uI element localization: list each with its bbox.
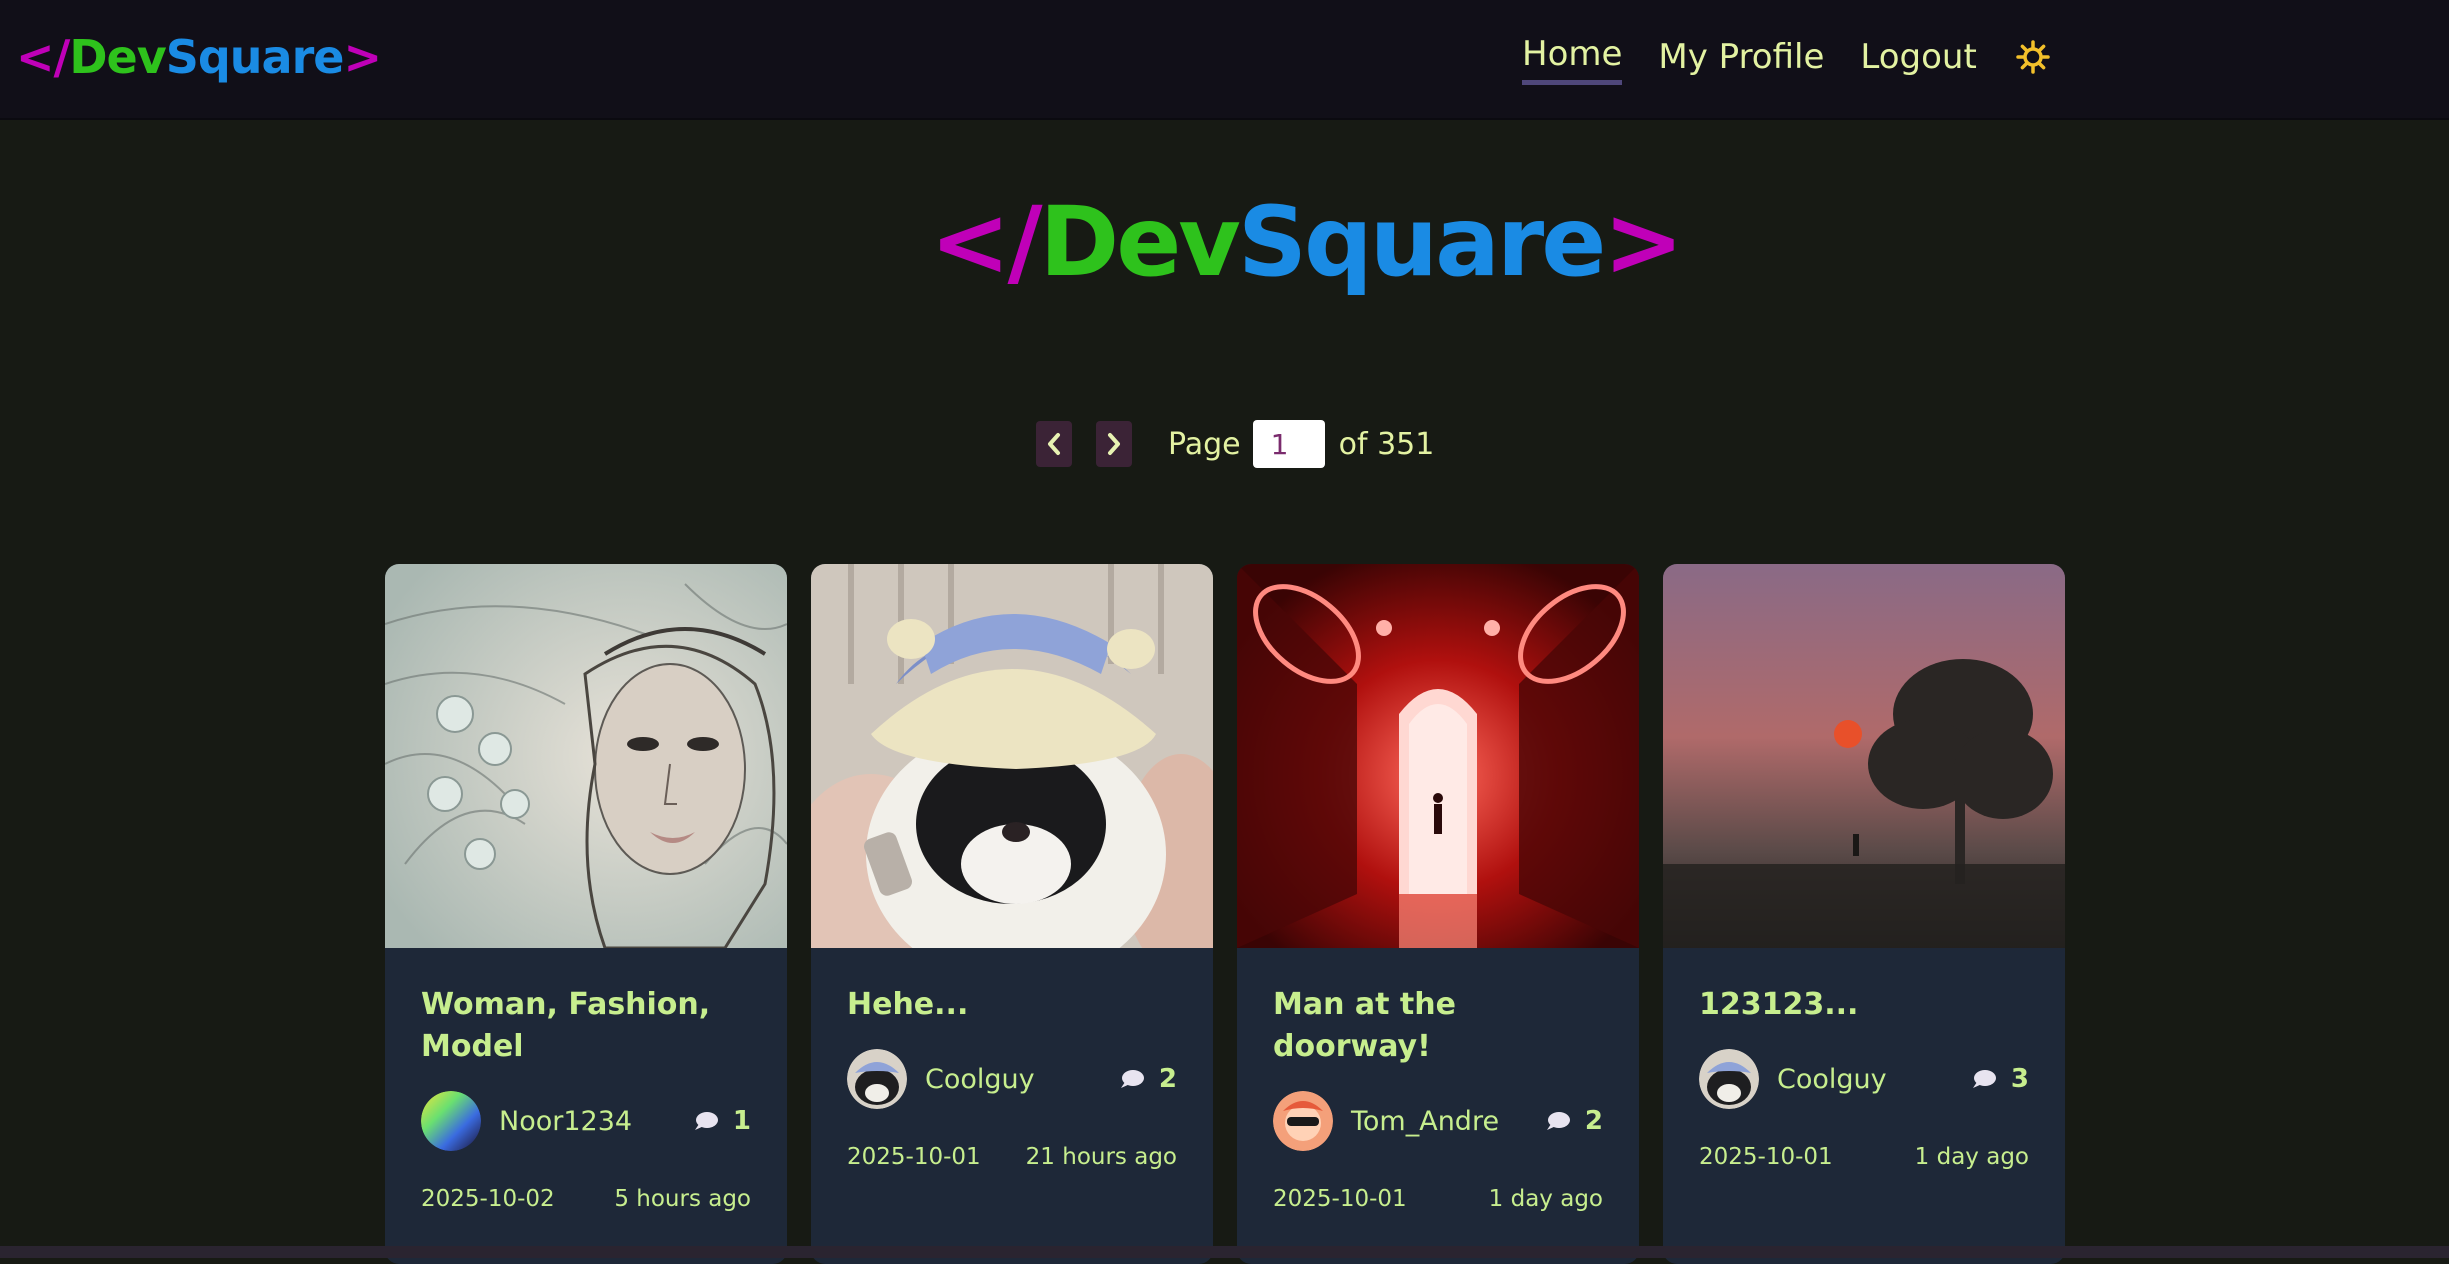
comment-count-value: 2 <box>1584 1106 1603 1136</box>
post-dates: 2025-10-01 21 hours ago <box>847 1144 1177 1170</box>
post-title[interactable]: Man at the doorway! <box>1273 984 1593 1068</box>
post-meta: Coolguy 2 <box>847 1048 1177 1110</box>
post-dates: 2025-10-02 5 hours ago <box>421 1186 751 1212</box>
hero-logo-square: Square <box>1237 186 1606 298</box>
post-relative-time: 1 day ago <box>1914 1144 2029 1170</box>
page-total-label: of 351 <box>1338 426 1435 462</box>
theme-toggle-button[interactable] <box>2015 39 2051 75</box>
comment-count: 3 <box>1971 1064 2029 1094</box>
post-meta: Coolguy 3 <box>1699 1048 2029 1110</box>
hero-logo-close-bracket: > <box>1603 186 1683 298</box>
post-title[interactable]: 123123... <box>1699 984 2019 1026</box>
post-image <box>1663 564 2065 948</box>
post-grid: Woman, Fashion, Model Noor1234 1 2025-10… <box>385 564 2065 1264</box>
post-dates: 2025-10-01 1 day ago <box>1699 1144 2029 1170</box>
author-name[interactable]: Tom_Andre <box>1351 1106 1545 1137</box>
next-page-button[interactable] <box>1096 421 1132 467</box>
comment-count-value: 3 <box>2010 1064 2029 1094</box>
chevron-right-icon <box>1108 433 1120 455</box>
post-relative-time: 21 hours ago <box>1025 1144 1177 1170</box>
hero-logo: </Dev Square > <box>930 186 1684 298</box>
post-card[interactable]: 123123... Coolguy 3 2025-10-01 1 day ago <box>1663 564 2065 1264</box>
page-label: Page <box>1168 426 1241 462</box>
post-dates: 2025-10-01 1 day ago <box>1273 1186 1603 1212</box>
author-avatar[interactable] <box>1273 1091 1333 1151</box>
prev-page-button[interactable] <box>1036 421 1072 467</box>
author-name[interactable]: Coolguy <box>1777 1064 1971 1095</box>
window-bottom-edge <box>0 1246 2449 1258</box>
post-card[interactable]: Man at the doorway! Tom_Andre 2 2025-10-… <box>1237 564 1639 1264</box>
author-avatar[interactable] <box>421 1091 481 1151</box>
sun-icon <box>2016 39 2050 74</box>
comment-count: 2 <box>1545 1106 1603 1136</box>
comment-count-value: 1 <box>732 1106 751 1136</box>
post-relative-time: 5 hours ago <box>614 1186 751 1212</box>
post-date: 2025-10-01 <box>1273 1186 1407 1212</box>
post-card[interactable]: Woman, Fashion, Model Noor1234 1 2025-10… <box>385 564 787 1264</box>
page-number-input[interactable] <box>1252 420 1325 468</box>
speech-bubble-icon <box>1972 1070 1996 1088</box>
author-avatar[interactable] <box>1699 1049 1759 1109</box>
logo-close-bracket: > <box>343 30 382 84</box>
logo-open-bracket: </ <box>16 30 70 84</box>
logo-square: Square <box>165 30 345 84</box>
nav-logout-link[interactable]: Logout <box>1860 37 1976 83</box>
author-name[interactable]: Noor1234 <box>499 1106 693 1137</box>
nav-links: Home My Profile Logout <box>1522 34 2051 85</box>
post-meta: Tom_Andre 2 <box>1273 1090 1603 1152</box>
post-date: 2025-10-02 <box>421 1186 555 1212</box>
chevron-left-icon <box>1048 433 1060 455</box>
post-meta: Noor1234 1 <box>421 1090 751 1152</box>
comment-count: 2 <box>1119 1064 1177 1094</box>
nav-home-link[interactable]: Home <box>1522 34 1623 85</box>
pagination: Page of 351 <box>1036 420 1434 468</box>
author-name[interactable]: Coolguy <box>925 1064 1119 1095</box>
post-image <box>811 564 1213 948</box>
post-relative-time: 1 day ago <box>1488 1186 1603 1212</box>
speech-bubble-icon <box>1120 1070 1144 1088</box>
top-navbar: </Dev Square > Home My Profile Logout <box>0 0 2449 120</box>
post-title[interactable]: Hehe... <box>847 984 1167 1026</box>
post-card[interactable]: Hehe... Coolguy 2 2025-10-01 21 hours ag… <box>811 564 1213 1264</box>
post-image <box>1237 564 1639 948</box>
nav-my-profile-link[interactable]: My Profile <box>1658 37 1824 83</box>
logo-dev: Dev <box>69 30 166 84</box>
speech-bubble-icon <box>694 1112 718 1130</box>
hero-logo-open-bracket: </ <box>930 186 1042 298</box>
post-image <box>385 564 787 948</box>
author-avatar[interactable] <box>847 1049 907 1109</box>
nav-logo[interactable]: </Dev Square > <box>16 30 382 84</box>
comment-count: 1 <box>693 1106 751 1136</box>
speech-bubble-icon <box>1546 1112 1570 1130</box>
post-date: 2025-10-01 <box>1699 1144 1833 1170</box>
comment-count-value: 2 <box>1158 1064 1177 1094</box>
post-title[interactable]: Woman, Fashion, Model <box>421 984 741 1068</box>
post-date: 2025-10-01 <box>847 1144 981 1170</box>
hero-logo-dev: Dev <box>1039 186 1241 298</box>
